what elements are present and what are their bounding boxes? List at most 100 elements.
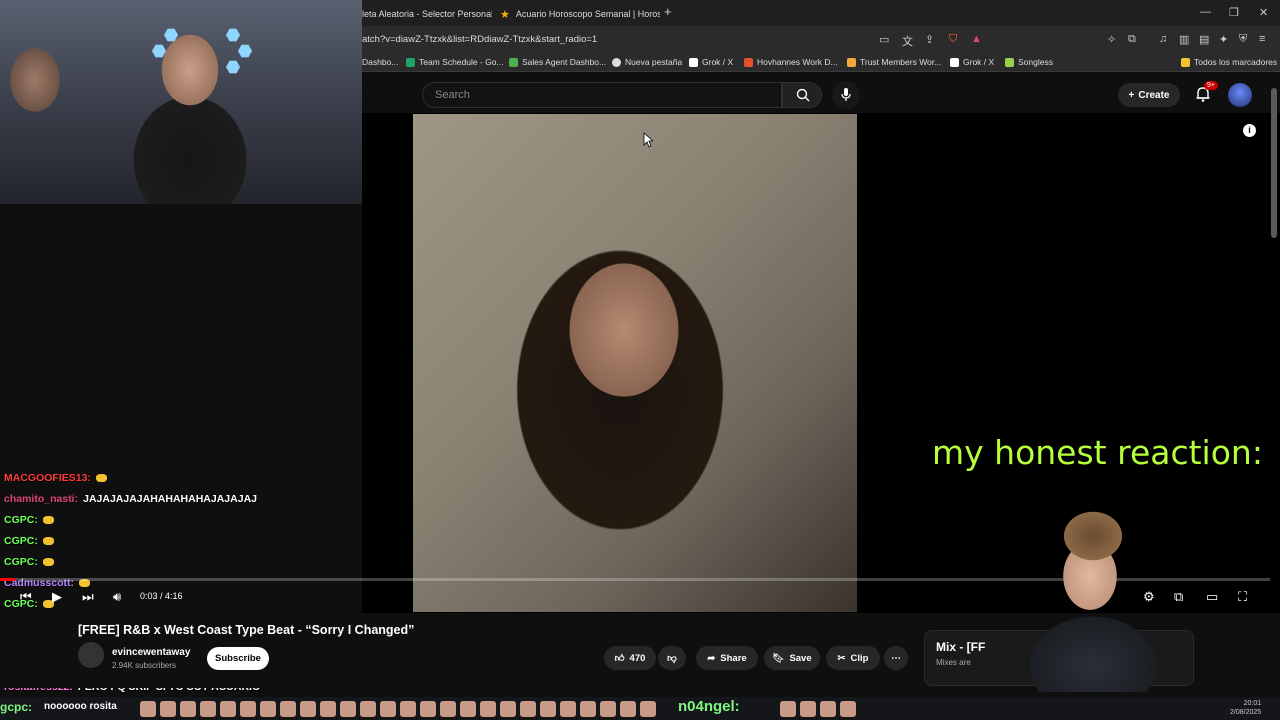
voice-search-button[interactable] <box>832 81 860 109</box>
url-field[interactable]: atch?v=diawZ-Ttzxk&list=RDdiawZ-Ttzxk&st… <box>362 34 597 45</box>
bookmark-item[interactable]: Grok / X <box>950 57 994 67</box>
chat-username: CGPC: <box>4 535 38 547</box>
thumbs-up-icon: 👍︎ <box>614 653 625 664</box>
bookmark-item[interactable]: Sales Agent Dashbo... <box>509 57 606 67</box>
hex-light-icon <box>226 60 240 74</box>
tab-ruleta[interactable]: leta Aleatoria - Selector Personaliz <box>362 4 492 24</box>
subscribe-button[interactable]: Subscribe <box>207 647 269 670</box>
create-button[interactable]: + Create <box>1118 83 1180 107</box>
bookmark-icon: 🔖︎ <box>772 652 785 664</box>
vpn-icon[interactable]: ⛨ <box>1239 33 1247 46</box>
ticker-emote-icon <box>580 701 596 717</box>
screenshot-icon[interactable]: ⧉ <box>1128 33 1136 46</box>
music-icon <box>1005 57 1014 67</box>
ticker-emote-icon <box>380 701 396 717</box>
like-button[interactable]: 👍︎ 470 <box>604 646 656 670</box>
hex-light-icon <box>164 28 178 42</box>
new-tab-button[interactable]: + <box>664 4 672 19</box>
x-logo-icon <box>689 57 698 67</box>
ticker-emote-icon <box>620 701 636 717</box>
x-logo-icon <box>950 57 959 67</box>
maximize-icon[interactable]: ❐ <box>1229 6 1239 19</box>
extensions-icon[interactable]: ✧ <box>1107 33 1116 46</box>
bookmark-item[interactable]: Nueva pestaña <box>612 57 682 67</box>
page-scrollbar[interactable] <box>1271 88 1277 238</box>
video-frame[interactable] <box>413 114 857 612</box>
translate-icon[interactable]: 文 <box>902 33 913 49</box>
rewards-icon[interactable]: ▲ <box>971 33 982 45</box>
mix-title: Mix - [FF <box>936 640 986 654</box>
info-icon[interactable]: i <box>1243 124 1256 137</box>
hex-light-icon <box>152 44 166 58</box>
hex-light-icon <box>238 44 252 58</box>
more-actions-button[interactable]: ⋯ <box>884 646 908 670</box>
ticker-username-2: n04ngel: <box>678 698 740 715</box>
reaction-overlay-text: my honest reaction: <box>932 433 1263 472</box>
menu-icon[interactable]: ≡ <box>1259 33 1265 45</box>
volume-icon[interactable]: 🔊︎ <box>113 589 121 605</box>
theater-mode-icon[interactable]: ▭ <box>1206 589 1218 605</box>
share-page-icon[interactable]: ⇪ <box>925 33 934 46</box>
previous-icon[interactable]: ⏮ <box>20 589 32 605</box>
ticker-message: noooooo rosita <box>44 701 117 712</box>
search-placeholder: Search <box>435 89 470 101</box>
search-icon <box>796 88 810 102</box>
media-icon[interactable]: ♫ <box>1159 33 1167 45</box>
dislike-button[interactable]: 👎︎ <box>658 646 686 670</box>
mouse-cursor-icon <box>643 132 653 148</box>
brave-shield-icon[interactable]: ⛉ <box>949 33 957 46</box>
chat-line: CGPC: <box>4 535 57 547</box>
bookmark-item[interactable]: Hovhannes Work D... <box>744 57 838 67</box>
fullscreen-icon[interactable]: ⛶ <box>1238 589 1247 605</box>
play-icon[interactable]: ▶ <box>52 589 62 605</box>
bookmark-item[interactable]: Grok / X <box>689 57 733 67</box>
ai-icon[interactable]: ✦ <box>1219 33 1228 46</box>
chat-line: chamito_nasti: JAJAJAJAJAHAHAHAHAJAJAJAJ <box>4 493 257 505</box>
scissors-icon: ✂ <box>837 652 846 664</box>
chat-background <box>0 204 362 613</box>
bookmark-item[interactable]: Dashbo... <box>362 57 398 67</box>
chat-message: JAJAJAJAJAHAHAHAHAJAJAJAJ <box>83 493 257 505</box>
more-icon: ⋯ <box>891 652 901 664</box>
chat-emote-icon <box>42 537 54 546</box>
close-icon[interactable]: ✕ <box>1259 6 1268 19</box>
ticker-emote-icon <box>400 701 416 717</box>
ticker-emote-icon <box>460 701 476 717</box>
clip-button[interactable]: ✂ Clip <box>826 646 880 670</box>
tab-acuario[interactable]: ★ Acuario Horoscopo Semanal | Horosc <box>500 4 660 24</box>
ticker-emote-icon <box>360 701 376 717</box>
ticker-emote-icon <box>300 701 316 717</box>
minimize-icon[interactable]: — <box>1200 6 1211 18</box>
ticker-emote-icon <box>640 701 656 717</box>
account-avatar[interactable] <box>1228 83 1252 107</box>
doc-icon <box>744 57 753 67</box>
bookmark-item[interactable]: Songless <box>1005 57 1053 67</box>
channel-name[interactable]: evincewentaway <box>112 647 190 658</box>
star-icon: ★ <box>500 8 510 21</box>
chat-username: MACGOOFIES13: <box>4 472 91 484</box>
sidebar-icon[interactable]: ▥ <box>1179 33 1189 46</box>
bookmark-item[interactable]: Team Schedule - Go... <box>406 57 504 67</box>
save-button[interactable]: 🔖︎ Save <box>764 646 820 670</box>
ticker-emote-icon <box>600 701 616 717</box>
video-title: [FREE] R&B x West Coast Type Beat - “Sor… <box>78 623 415 637</box>
search-input[interactable]: Search <box>422 82 782 108</box>
share-button[interactable]: ➦ Share <box>696 646 758 670</box>
mic-icon <box>841 88 851 101</box>
next-icon[interactable]: ⏭ <box>82 589 94 605</box>
chat-username: CGPC: <box>4 556 38 568</box>
ticker-emote-icon <box>800 701 816 717</box>
globe-icon <box>612 57 621 67</box>
ticker-emote-icon <box>260 701 276 717</box>
ticker-emote-icon <box>560 701 576 717</box>
wallet-icon[interactable]: ▤ <box>1199 33 1209 46</box>
ticker-emote-icon <box>140 701 156 717</box>
search-button[interactable] <box>782 82 822 108</box>
bookmark-item[interactable]: Trust Members Wor... <box>847 57 941 67</box>
channel-avatar[interactable] <box>78 642 104 668</box>
install-icon[interactable]: ▭ <box>879 33 889 46</box>
bookmark-all[interactable]: Todos los marcadores <box>1181 57 1277 67</box>
chat-emote-icon <box>42 558 54 567</box>
folder-icon <box>847 57 856 67</box>
hex-light-icon <box>226 28 240 42</box>
